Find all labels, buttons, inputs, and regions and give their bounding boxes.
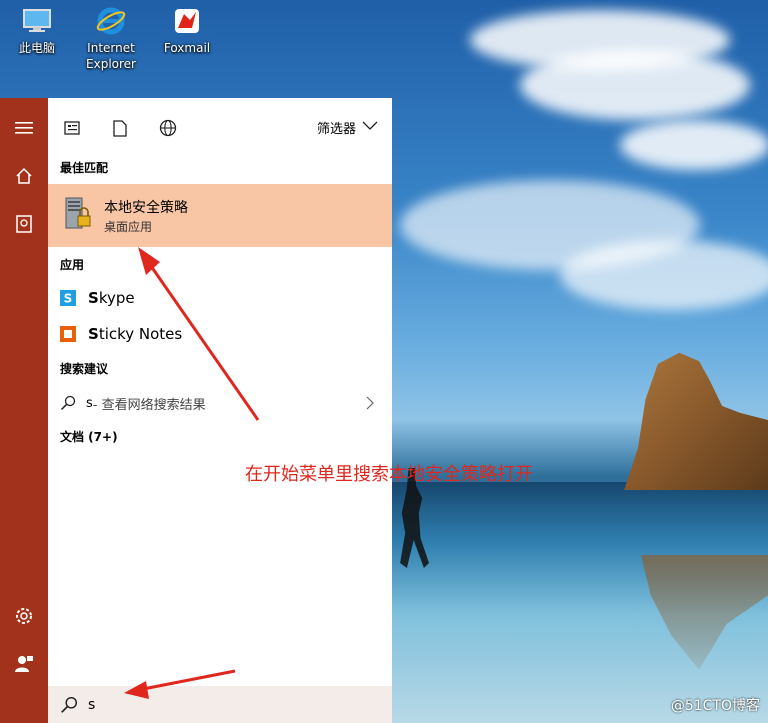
annotation-arrow-up	[142, 255, 260, 421]
watermark: @51CTO博客	[670, 698, 760, 714]
annotation-arrow-left	[137, 669, 236, 692]
annotation-arrows	[124, 247, 260, 699]
annotation-text: 在开始菜单里搜索本地安全策略打开	[245, 464, 533, 485]
